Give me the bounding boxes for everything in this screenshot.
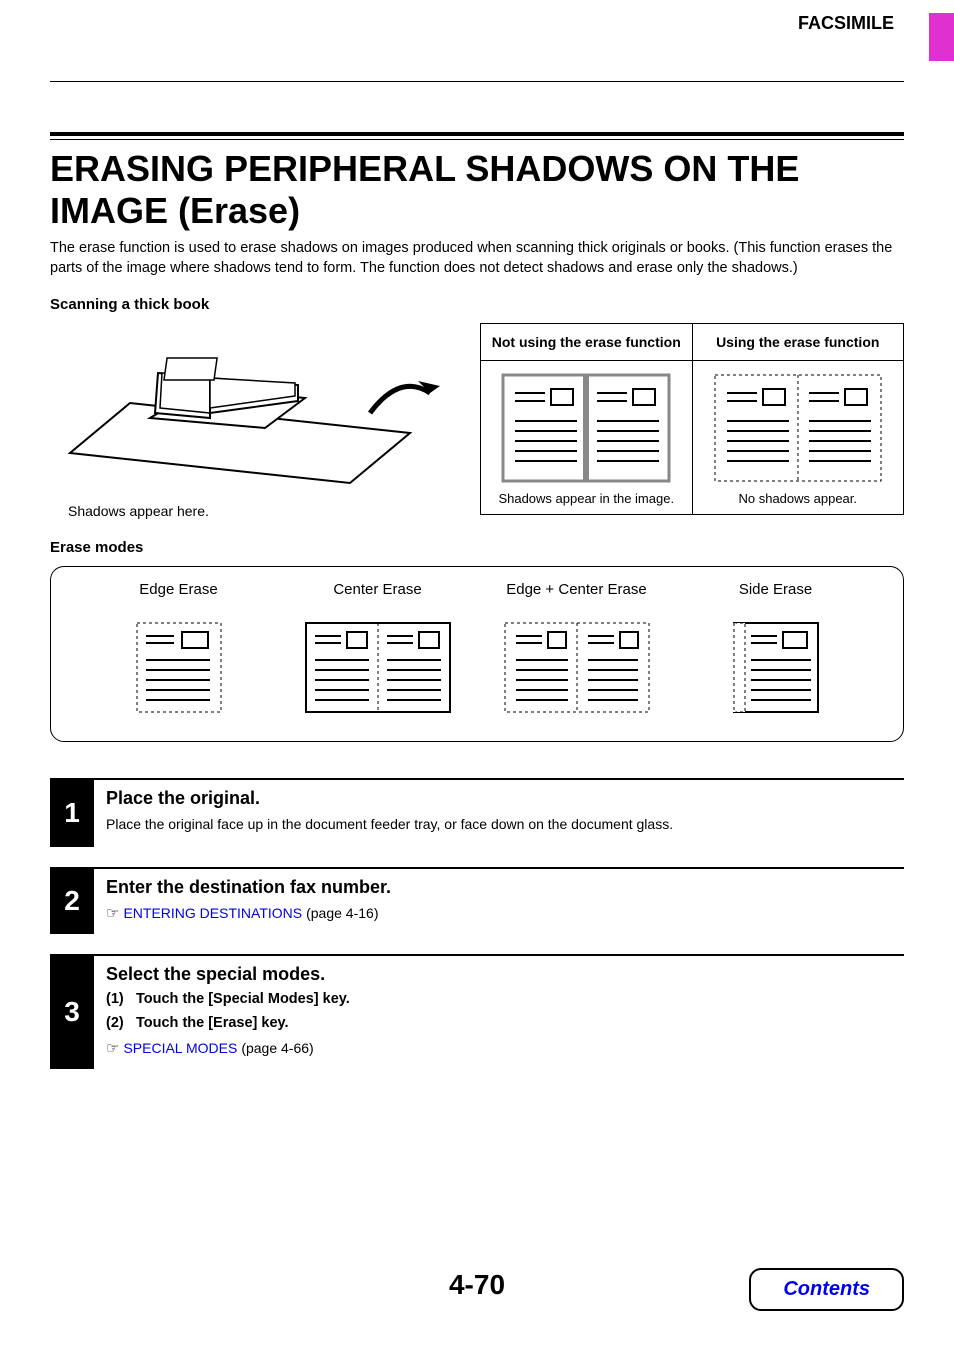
cross-reference-link[interactable]: ENTERING DESTINATIONS [123,905,302,921]
mode-center-erase: Center Erase [278,581,477,715]
step-2: 2 Enter the destination fax number. ☞ EN… [50,867,904,934]
mode-edge-erase: Edge Erase [79,581,278,715]
page-reference: (page 4-16) [306,905,378,921]
page-title: ERASING PERIPHERAL SHADOWS ON THE IMAGE … [50,148,904,233]
section-header: FACSIMILE [50,13,894,34]
section-color-tab [929,13,954,61]
step-title: Enter the destination fax number. [106,877,904,898]
erase-modes-diagram: Edge Erase Center Erase [50,566,904,742]
result-note-no-shadows: No shadows appear. [738,491,857,506]
result-cell-not-using: Shadows appear in the image. [481,361,693,514]
substep-number: (1) [106,991,136,1007]
result-note-shadows: Shadows appear in the image. [498,491,674,506]
step-number: 3 [50,956,94,1069]
erase-modes-heading: Erase modes [50,539,904,556]
result-head-using: Using the erase function [693,324,904,360]
substep-text: Touch the [Special Modes] key. [136,991,350,1007]
substep-text: Touch the [Erase] key. [136,1015,289,1031]
scanning-heading: Scanning a thick book [50,296,904,313]
title-rule [50,132,904,140]
step-number: 2 [50,869,94,934]
result-cell-using: No shadows appear. [693,361,904,514]
step-title: Select the special modes. [106,964,904,985]
cross-reference-link[interactable]: SPECIAL MODES [123,1040,237,1056]
step-3: 3 Select the special modes. (1) Touch th… [50,954,904,1069]
substep-number: (2) [106,1015,136,1031]
result-head-not-using: Not using the erase function [481,324,693,360]
step-title: Place the original. [106,788,904,809]
intro-paragraph: The erase function is used to erase shad… [50,239,904,278]
step-text: Place the original face up in the docume… [106,815,904,835]
pointer-icon: ☞ [106,1039,119,1057]
step-number: 1 [50,780,94,847]
pointer-icon: ☞ [106,904,119,922]
page-reference: (page 4-66) [241,1040,313,1056]
book-illustration: Shadows appear here. [50,323,450,519]
mode-side-erase: Side Erase [676,581,875,715]
shadow-caption: Shadows appear here. [68,503,450,519]
mode-edge-center-erase: Edge + Center Erase [477,581,676,715]
header-rule [50,81,904,82]
contents-button[interactable]: Contents [749,1268,904,1311]
result-comparison-table: Not using the erase function Using the e… [480,323,904,515]
step-1: 1 Place the original. Place the original… [50,778,904,847]
